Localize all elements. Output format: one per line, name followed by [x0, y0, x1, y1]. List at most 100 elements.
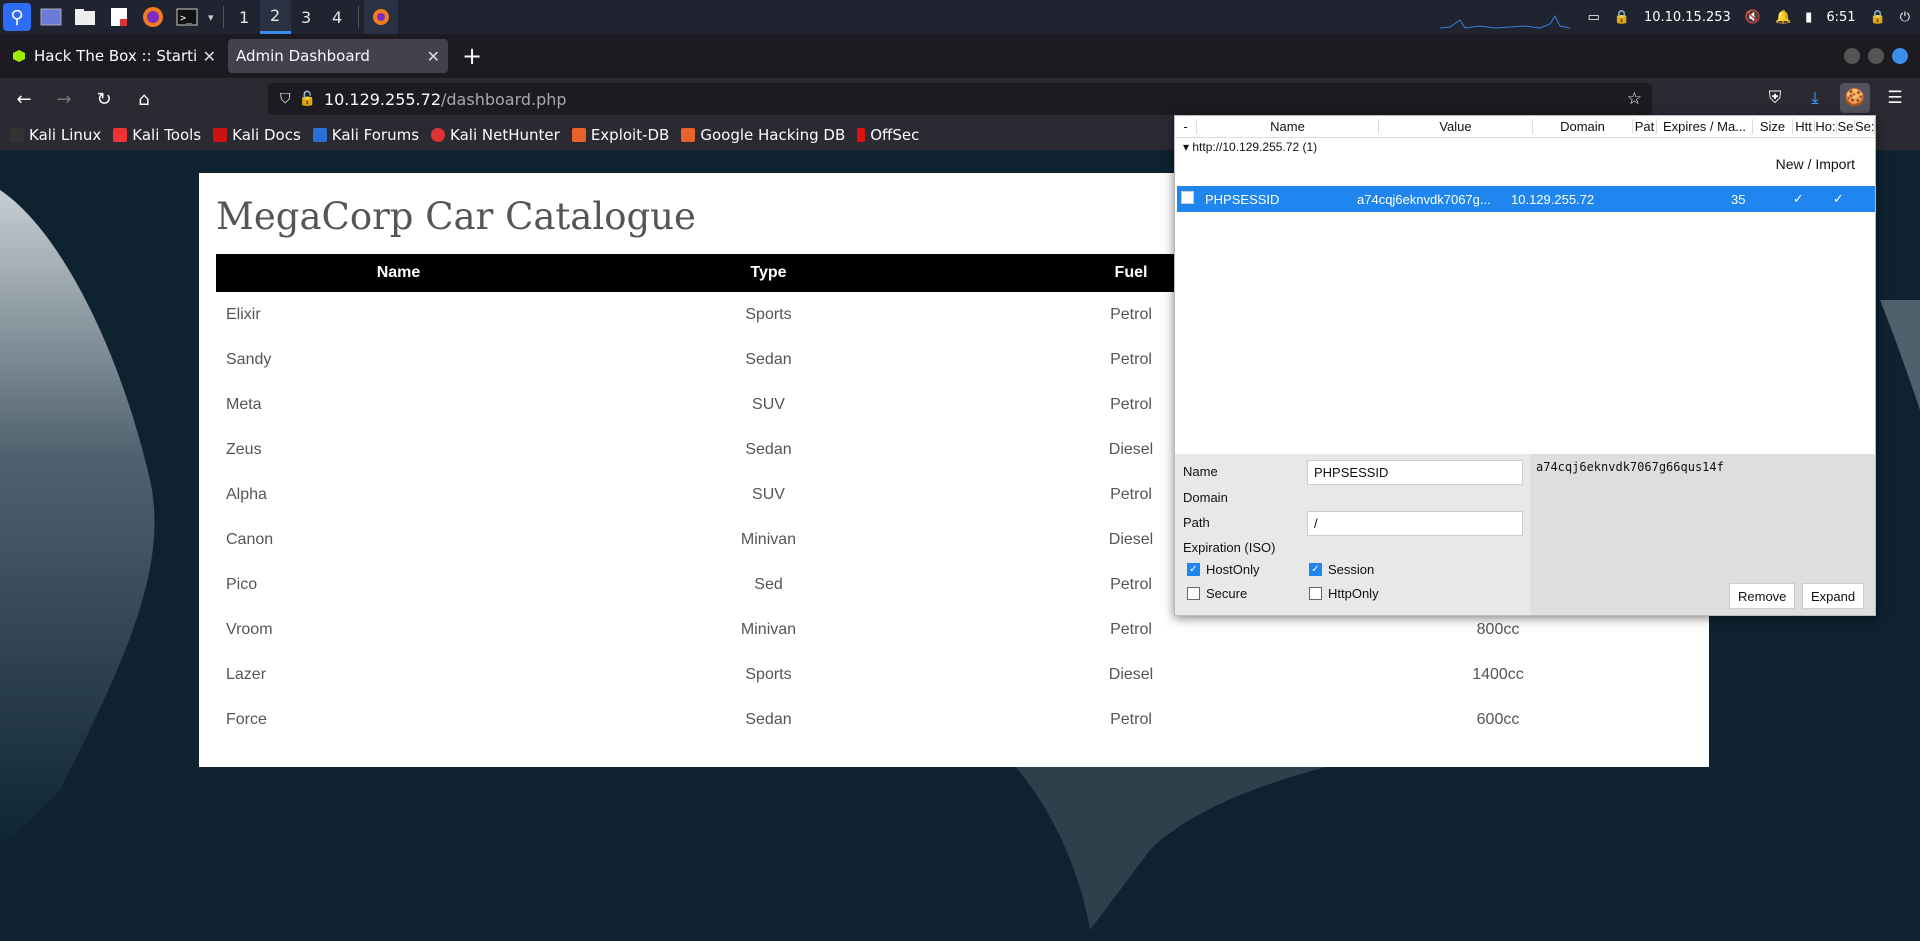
- close-tab-icon[interactable]: ✕: [427, 47, 440, 66]
- bookmark-kali-forums[interactable]: Kali Forums: [312, 126, 419, 144]
- remove-button[interactable]: Remove: [1729, 583, 1796, 609]
- cookie-row[interactable]: PHPSESSID a74cqj6eknvdk7067g... 10.129.2…: [1177, 186, 1875, 212]
- bookmark-kali-tools[interactable]: Kali Tools: [113, 126, 201, 144]
- col-httponly[interactable]: Htt: [1793, 119, 1815, 134]
- cookie-row-size: 35: [1731, 191, 1746, 207]
- kali-menu-button[interactable]: ⚲: [0, 0, 34, 34]
- workspace-2[interactable]: 2: [259, 0, 291, 34]
- new-tab-button[interactable]: +: [462, 42, 482, 70]
- insecure-lock-icon[interactable]: 🔓: [299, 91, 316, 107]
- forward-button[interactable]: →: [48, 83, 80, 115]
- col-select[interactable]: -: [1175, 119, 1197, 134]
- battery-icon[interactable]: ▮: [1805, 10, 1812, 25]
- lock-icon[interactable]: 🔒: [1870, 10, 1886, 25]
- col-secure[interactable]: Se: [1837, 119, 1855, 134]
- col-name[interactable]: Name: [1197, 119, 1379, 134]
- maximize-window-button[interactable]: [1868, 48, 1884, 64]
- page-title: MegaCorp Car Catalogue: [216, 195, 696, 238]
- cell-type: SUV: [752, 395, 785, 413]
- cell-name: Sandy: [226, 350, 272, 368]
- hostonly-checkbox[interactable]: ✓ HostOnly: [1187, 562, 1259, 577]
- bookmark-label: OffSec: [870, 126, 920, 144]
- terminal-icon[interactable]: >_: [170, 0, 204, 34]
- cookie-row-session: ✓: [1833, 191, 1844, 206]
- launcher-dropdown-icon[interactable]: ▾: [208, 11, 214, 24]
- cell-name: Meta: [226, 395, 262, 413]
- col-size[interactable]: Size: [1753, 119, 1793, 134]
- firefox-launcher-icon[interactable]: [136, 0, 170, 34]
- session-label: Session: [1328, 562, 1375, 577]
- file-manager-icon[interactable]: [68, 0, 102, 34]
- cell-type: Minivan: [740, 530, 797, 548]
- col-path[interactable]: Pat: [1633, 119, 1657, 134]
- clock[interactable]: 6:51: [1826, 10, 1855, 25]
- text-editor-icon[interactable]: [102, 0, 136, 34]
- column-header-type[interactable]: Type: [581, 254, 956, 292]
- bookmark-star-icon[interactable]: ☆: [1627, 89, 1642, 109]
- navigation-toolbar: ← → ↻ ⌂ ⛉ 🔓 10.129.255.72/dashboard.php …: [0, 78, 1920, 120]
- network-icon[interactable]: 🔒: [1614, 10, 1630, 25]
- secure-checkbox[interactable]: Secure: [1187, 586, 1247, 601]
- panel-separator: [357, 6, 359, 28]
- url-bar[interactable]: ⛉ 🔓 10.129.255.72/dashboard.php ☆: [268, 83, 1652, 115]
- col-session[interactable]: Se:: [1855, 119, 1875, 134]
- shield-icon[interactable]: ⛉: [280, 91, 291, 107]
- col-domain[interactable]: Domain: [1533, 119, 1633, 134]
- firefox-window-button[interactable]: [363, 0, 398, 34]
- col-expires[interactable]: Expires / Ma...: [1657, 119, 1753, 134]
- hostonly-label: HostOnly: [1206, 562, 1260, 577]
- cell-type: Sedan: [745, 440, 792, 458]
- workspace-1[interactable]: 1: [229, 0, 260, 34]
- tab-admin-dashboard[interactable]: Admin Dashboard ✕: [228, 39, 448, 73]
- bookmark-offsec[interactable]: OffSec: [857, 126, 919, 144]
- cell-type: SUV: [752, 485, 785, 503]
- home-button[interactable]: ⌂: [128, 83, 160, 115]
- bookmark-label: Exploit-DB: [590, 126, 670, 144]
- cookie-row-checkbox[interactable]: [1177, 191, 1199, 207]
- mute-icon[interactable]: 🔇: [1745, 10, 1761, 25]
- kali-tools-icon: [113, 128, 128, 142]
- cookie-row-hostonly: ✓: [1793, 191, 1804, 206]
- display-icon[interactable]: ▭: [1587, 10, 1599, 25]
- cookie-name-input[interactable]: PHPSESSID: [1307, 460, 1523, 485]
- close-window-button[interactable]: [1892, 48, 1908, 64]
- pocket-icon[interactable]: ⛨: [1760, 83, 1790, 113]
- downloads-icon[interactable]: ⤓: [1800, 83, 1830, 113]
- cookie-editor-extension-icon[interactable]: 🍪: [1840, 83, 1870, 113]
- cell-type: Sports: [745, 305, 792, 323]
- cell-type: Sports: [745, 665, 792, 683]
- reload-button[interactable]: ↻: [88, 83, 120, 115]
- menu-icon[interactable]: ☰: [1880, 83, 1910, 113]
- bookmark-kali-linux[interactable]: Kali Linux: [10, 126, 101, 144]
- notifications-icon[interactable]: 🔔: [1775, 10, 1791, 25]
- expand-button[interactable]: Expand: [1802, 583, 1865, 609]
- new-import-button[interactable]: New / Import: [1776, 156, 1855, 172]
- workspace-4[interactable]: 4: [322, 0, 353, 34]
- col-value[interactable]: Value: [1379, 119, 1533, 134]
- show-desktop-icon[interactable]: [34, 0, 68, 34]
- bookmark-kali-docs[interactable]: Kali Docs: [213, 126, 301, 144]
- col-hostonly[interactable]: Ho:: [1815, 119, 1837, 134]
- bookmark-google-hacking-db[interactable]: Google Hacking DB: [681, 126, 845, 144]
- power-icon[interactable]: ⏻: [1900, 10, 1910, 25]
- bookmark-exploit-db[interactable]: Exploit-DB: [571, 126, 670, 144]
- cell-name: Lazer: [226, 665, 267, 683]
- cell-type: Sed: [754, 575, 783, 593]
- cookie-path-input[interactable]: /: [1307, 511, 1523, 536]
- minimize-window-button[interactable]: [1844, 48, 1860, 64]
- exploit-db-icon: [571, 128, 586, 142]
- httponly-checkbox[interactable]: HttpOnly: [1309, 586, 1379, 601]
- domain-label: Domain: [1183, 490, 1228, 505]
- tab-hack-the-box[interactable]: Hack The Box :: Starting P ✕: [4, 39, 224, 73]
- bookmark-label: Kali NetHunter: [450, 126, 560, 144]
- workspace-3[interactable]: 3: [291, 0, 322, 34]
- close-tab-icon[interactable]: ✕: [203, 47, 216, 66]
- session-checkbox[interactable]: ✓ Session: [1309, 562, 1374, 577]
- cell-name: Canon: [226, 530, 274, 548]
- back-button[interactable]: ←: [8, 83, 40, 115]
- cpu-graph-icon: [1440, 14, 1570, 29]
- column-header-name[interactable]: Name: [216, 254, 581, 292]
- cookie-domain-group[interactable]: ▾ http://10.129.255.72 (1): [1175, 138, 1875, 156]
- cookie-detail-form: Name PHPSESSID Domain Path / Expiration …: [1175, 454, 1875, 615]
- bookmark-kali-nethunter[interactable]: Kali NetHunter: [431, 126, 560, 144]
